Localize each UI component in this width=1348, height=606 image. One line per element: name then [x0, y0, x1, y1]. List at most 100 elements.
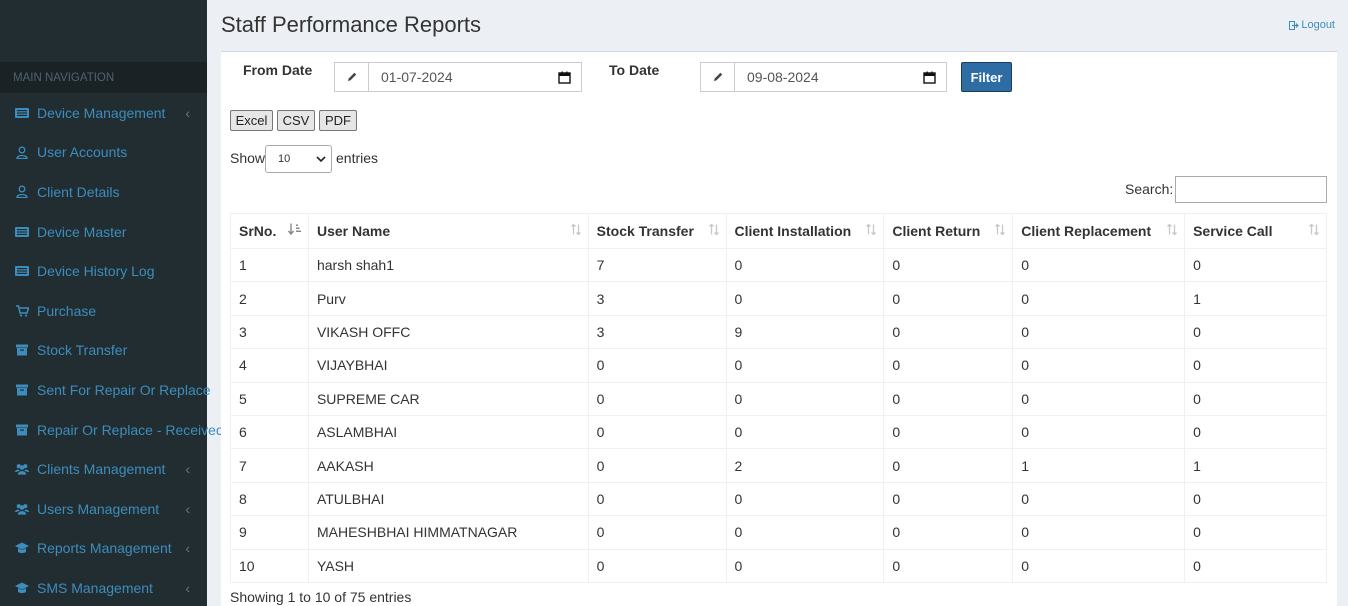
chevron-left-icon: ‹: [185, 104, 190, 121]
search-label: Search:: [1125, 181, 1174, 197]
search-input[interactable]: [1175, 176, 1327, 203]
table-cell: 0: [883, 448, 1014, 483]
table-cell: harsh shah1: [307, 247, 589, 283]
table-cell: ASLAMBHAI: [307, 414, 589, 450]
sidebar-item-device-history-log[interactable]: Device History Log: [0, 251, 207, 291]
nav-header: MAIN NAVIGATION: [0, 62, 207, 93]
column-header-label: User Name: [316, 223, 391, 239]
column-header-user-name[interactable]: User Name: [307, 213, 589, 249]
excel-export-button[interactable]: Excel: [230, 110, 273, 131]
table-cell: 0: [1012, 548, 1186, 583]
table-cell: 0: [1184, 381, 1327, 416]
archive-icon: [15, 343, 29, 357]
table-cell: 0: [725, 481, 885, 517]
chevron-left-icon: ‹: [185, 540, 190, 557]
logout-label: Logout: [1301, 19, 1335, 31]
table-cell: ATULBHAI: [307, 481, 589, 517]
table-cell: 0: [725, 348, 885, 383]
report-box: From Date 01-07-2024 To Date 09-08-2024 …: [221, 51, 1337, 606]
sidebar-item-repair-or-replace-received[interactable]: Repair Or Replace - Received: [0, 410, 224, 450]
graduation-icon: [15, 581, 29, 595]
show-label: Show: [230, 150, 266, 166]
table-cell: 0: [587, 515, 727, 550]
entries-select[interactable]: 10: [265, 145, 332, 173]
table-cell: 0: [587, 481, 727, 517]
table-row: 3 VIKASH OFFC 3 9 0 0 0: [230, 314, 1327, 350]
chevron-left-icon: ‹: [185, 461, 190, 478]
sidebar-item-label: Sent For Repair Or Replace: [37, 381, 211, 398]
archive-icon: [15, 423, 29, 437]
table-cell: 2: [725, 448, 885, 483]
users-icon: [15, 502, 29, 516]
table-cell: 0: [883, 548, 1014, 583]
sidebar-item-device-management[interactable]: Device Management ‹: [0, 93, 207, 133]
pdf-export-button[interactable]: PDF: [319, 110, 357, 131]
sidebar-item-stock-transfer[interactable]: Stock Transfer: [0, 331, 207, 371]
table-cell: 1: [1184, 281, 1327, 316]
table-cell: 3: [230, 314, 309, 350]
table-cell: 3: [587, 314, 727, 350]
table-cell: 0: [883, 481, 1014, 517]
sidebar-item-client-details[interactable]: Client Details: [0, 172, 207, 212]
sidebar-item-sent-for-repair-or-replace[interactable]: Sent For Repair Or Replace: [0, 370, 211, 410]
table-cell: MAHESHBHAI HIMMATNAGAR: [307, 515, 589, 550]
from-date-input[interactable]: 01-07-2024: [369, 63, 547, 91]
table-cell: 0: [587, 381, 727, 416]
sidebar-item-reports-management[interactable]: Reports Management ‹: [0, 529, 207, 569]
csv-export-button[interactable]: CSV: [277, 110, 315, 131]
sort-icon: [1308, 223, 1320, 239]
chevron-down-icon: [316, 156, 326, 163]
table-cell: 0: [1012, 314, 1186, 350]
sort-icon: [994, 223, 1006, 239]
sidebar-item-purchase[interactable]: Purchase: [0, 291, 207, 331]
sidebar-item-device-master[interactable]: Device Master: [0, 212, 207, 252]
sidebar-item-label: Purchase: [37, 302, 97, 319]
column-header-stock-transfer[interactable]: Stock Transfer: [587, 213, 727, 249]
to-date-input[interactable]: 09-08-2024: [735, 63, 912, 91]
to-date-group: 09-08-2024: [700, 62, 947, 92]
calendar-icon[interactable]: [912, 63, 946, 91]
table-cell: 6: [230, 414, 309, 450]
table-cell: 0: [587, 348, 727, 383]
table-cell: 0: [883, 314, 1014, 350]
table-row: 6 ASLAMBHAI 0 0 0 0 0: [230, 414, 1327, 450]
column-header-client-installation[interactable]: Client Installation: [725, 213, 885, 249]
table-cell: 0: [883, 281, 1014, 316]
staff-performance-table: SrNo. User Name Stock Transfer Client Insta…: [230, 213, 1327, 583]
logout-link[interactable]: Logout: [1289, 19, 1335, 31]
column-header-label: Client Replacement: [1021, 223, 1152, 239]
entries-label: entries: [336, 150, 379, 166]
filter-button[interactable]: Filter: [961, 62, 1012, 92]
list-icon: [15, 264, 29, 278]
table-cell: VIJAYBHAI: [307, 348, 589, 383]
sidebar: MAIN NAVIGATION Device Management ‹ User A…: [0, 0, 224, 606]
sidebar-item-label: Stock Transfer: [37, 342, 128, 359]
sidebar-item-users-management[interactable]: Users Management ‹: [0, 489, 207, 529]
column-header-label: SrNo.: [239, 223, 277, 239]
table-cell: 0: [725, 414, 885, 450]
table-cell: 0: [1184, 348, 1327, 383]
table-cell: 0: [1012, 247, 1186, 283]
table-cell: 0: [1184, 481, 1327, 517]
table-cell: 0: [587, 448, 727, 483]
column-header-label: Service Call: [1193, 223, 1273, 239]
calendar-icon[interactable]: [547, 63, 581, 91]
column-header-service-call[interactable]: Service Call: [1184, 213, 1327, 249]
table-cell: 0: [1012, 481, 1186, 517]
table-row: 4 VIJAYBHAI 0 0 0 0 0: [230, 348, 1327, 383]
sidebar-item-sms-management[interactable]: SMS Management ‹: [0, 568, 207, 606]
users-icon: [15, 462, 29, 476]
sidebar-item-label: Device History Log: [37, 263, 155, 280]
column-header-client-return[interactable]: Client Return: [883, 213, 1014, 249]
sidebar-item-label: Device Master: [37, 223, 127, 240]
table-cell: VIKASH OFFC: [307, 314, 589, 350]
table-row: 5 SUPREME CAR 0 0 0 0 0: [230, 381, 1327, 416]
sidebar-item-user-accounts[interactable]: User Accounts: [0, 133, 207, 173]
from-date-group: 01-07-2024: [334, 62, 582, 92]
sidebar-item-clients-management[interactable]: Clients Management ‹: [0, 449, 207, 489]
column-header-client-replacement[interactable]: Client Replacement: [1012, 213, 1186, 249]
list-icon: [15, 106, 29, 120]
column-header-srno[interactable]: SrNo.: [230, 213, 309, 249]
table-cell: 4: [230, 348, 309, 383]
archive-icon: [15, 383, 29, 397]
